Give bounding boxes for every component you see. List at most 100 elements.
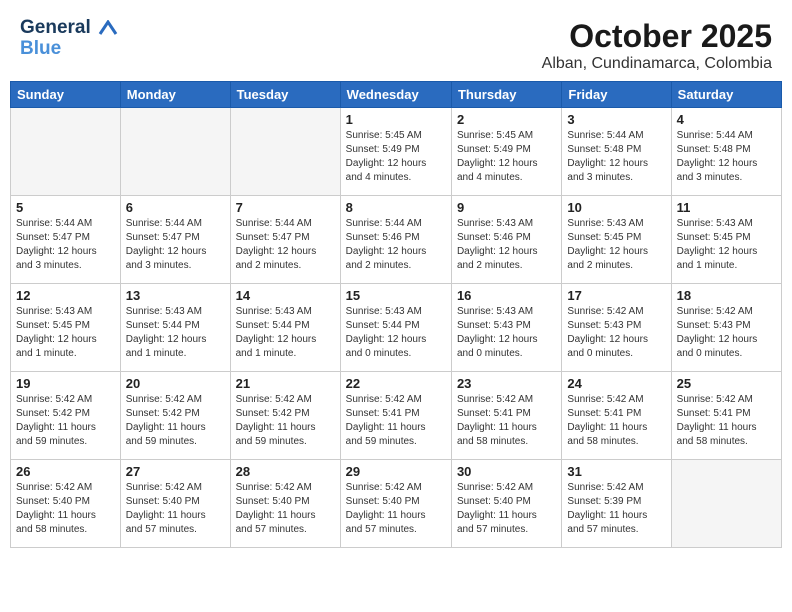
calendar-cell-1-5: 2 Sunrise: 5:45 AM Sunset: 5:49 PM Daylig…: [451, 108, 561, 196]
day-number: 27: [126, 464, 225, 479]
day-info: Sunrise: 5:42 AM Sunset: 5:40 PM Dayligh…: [126, 481, 225, 537]
calendar-cell-1-1: [11, 108, 121, 196]
calendar-cell-5-3: 28 Sunrise: 5:42 AM Sunset: 5:40 PM Dayli…: [230, 460, 340, 548]
day-number: 20: [126, 376, 225, 391]
weekday-header-friday: Friday: [562, 82, 671, 108]
calendar-cell-4-7: 25 Sunrise: 5:42 AM Sunset: 5:41 PM Dayli…: [671, 372, 781, 460]
day-info: Sunrise: 5:42 AM Sunset: 5:39 PM Dayligh…: [567, 481, 665, 537]
day-info: Sunrise: 5:43 AM Sunset: 5:44 PM Dayligh…: [236, 305, 335, 361]
day-info: Sunrise: 5:42 AM Sunset: 5:43 PM Dayligh…: [677, 305, 776, 361]
day-info: Sunrise: 5:42 AM Sunset: 5:40 PM Dayligh…: [16, 481, 115, 537]
day-number: 19: [16, 376, 115, 391]
day-info: Sunrise: 5:43 AM Sunset: 5:44 PM Dayligh…: [346, 305, 446, 361]
day-info: Sunrise: 5:42 AM Sunset: 5:42 PM Dayligh…: [236, 393, 335, 449]
day-info: Sunrise: 5:45 AM Sunset: 5:49 PM Dayligh…: [346, 129, 446, 185]
day-info: Sunrise: 5:42 AM Sunset: 5:42 PM Dayligh…: [126, 393, 225, 449]
weekday-header-row: SundayMondayTuesdayWednesdayThursdayFrid…: [11, 82, 782, 108]
calendar-cell-2-6: 10Sunrise: 5:43 AM Sunset: 5:45 PM Dayli…: [562, 196, 671, 284]
weekday-header-saturday: Saturday: [671, 82, 781, 108]
calendar-cell-1-6: 3 Sunrise: 5:44 AM Sunset: 5:48 PM Daylig…: [562, 108, 671, 196]
day-info: Sunrise: 5:42 AM Sunset: 5:41 PM Dayligh…: [346, 393, 446, 449]
day-info: Sunrise: 5:43 AM Sunset: 5:43 PM Dayligh…: [457, 305, 556, 361]
day-number: 14: [236, 288, 335, 303]
day-info: Sunrise: 5:45 AM Sunset: 5:49 PM Dayligh…: [457, 129, 556, 185]
calendar-table: SundayMondayTuesdayWednesdayThursdayFrid…: [10, 81, 782, 548]
logo-text: General: [20, 17, 91, 38]
day-number: 9: [457, 200, 556, 215]
day-number: 5: [16, 200, 115, 215]
calendar-cell-3-5: 16 Sunrise: 5:43 AM Sunset: 5:43 PM Dayli…: [451, 284, 561, 372]
location-title: Alban, Cundinamarca, Colombia: [542, 55, 772, 73]
day-info: Sunrise: 5:43 AM Sunset: 5:45 PM Dayligh…: [16, 305, 115, 361]
calendar-cell-3-2: 13 Sunrise: 5:43 AM Sunset: 5:44 PM Dayli…: [120, 284, 230, 372]
day-number: 22: [346, 376, 446, 391]
calendar-cell-2-4: 8 Sunrise: 5:44 AM Sunset: 5:46 PM Daylig…: [340, 196, 451, 284]
day-number: 21: [236, 376, 335, 391]
week-row-1: 1 Sunrise: 5:45 AM Sunset: 5:49 PM Daylig…: [11, 108, 782, 196]
day-number: 2: [457, 112, 556, 127]
logo-icon: [98, 20, 118, 36]
calendar-cell-4-1: 19Sunrise: 5:42 AM Sunset: 5:42 PM Dayli…: [11, 372, 121, 460]
weekday-header-monday: Monday: [120, 82, 230, 108]
month-title: October 2025: [542, 18, 772, 55]
calendar-cell-2-5: 9 Sunrise: 5:43 AM Sunset: 5:46 PM Daylig…: [451, 196, 561, 284]
logo-blue: Blue: [20, 39, 118, 60]
calendar-cell-1-2: [120, 108, 230, 196]
day-number: 6: [126, 200, 225, 215]
calendar-cell-1-7: 4 Sunrise: 5:44 AM Sunset: 5:48 PM Daylig…: [671, 108, 781, 196]
weekday-header-tuesday: Tuesday: [230, 82, 340, 108]
calendar-cell-3-1: 12 Sunrise: 5:43 AM Sunset: 5:45 PM Dayli…: [11, 284, 121, 372]
day-info: Sunrise: 5:42 AM Sunset: 5:40 PM Dayligh…: [457, 481, 556, 537]
day-number: 10: [567, 200, 665, 215]
week-row-3: 12 Sunrise: 5:43 AM Sunset: 5:45 PM Dayli…: [11, 284, 782, 372]
day-info: Sunrise: 5:43 AM Sunset: 5:44 PM Dayligh…: [126, 305, 225, 361]
logo: General Blue: [20, 18, 118, 60]
calendar-cell-5-5: 30 Sunrise: 5:42 AM Sunset: 5:40 PM Dayli…: [451, 460, 561, 548]
calendar-cell-4-3: 21 Sunrise: 5:42 AM Sunset: 5:42 PM Dayli…: [230, 372, 340, 460]
calendar-cell-2-3: 7 Sunrise: 5:44 AM Sunset: 5:47 PM Daylig…: [230, 196, 340, 284]
day-info: Sunrise: 5:42 AM Sunset: 5:41 PM Dayligh…: [677, 393, 776, 449]
day-info: Sunrise: 5:44 AM Sunset: 5:47 PM Dayligh…: [126, 217, 225, 273]
day-info: Sunrise: 5:42 AM Sunset: 5:40 PM Dayligh…: [236, 481, 335, 537]
weekday-header-wednesday: Wednesday: [340, 82, 451, 108]
weekday-header-sunday: Sunday: [11, 82, 121, 108]
calendar-cell-5-7: [671, 460, 781, 548]
day-number: 28: [236, 464, 335, 479]
calendar-cell-5-6: 31Sunrise: 5:42 AM Sunset: 5:39 PM Dayli…: [562, 460, 671, 548]
day-info: Sunrise: 5:42 AM Sunset: 5:40 PM Dayligh…: [346, 481, 446, 537]
day-number: 1: [346, 112, 446, 127]
page-header: General Blue October 2025 Alban, Cundina…: [10, 10, 782, 77]
day-info: Sunrise: 5:43 AM Sunset: 5:46 PM Dayligh…: [457, 217, 556, 273]
day-number: 16: [457, 288, 556, 303]
day-number: 25: [677, 376, 776, 391]
day-number: 12: [16, 288, 115, 303]
calendar-cell-5-1: 26Sunrise: 5:42 AM Sunset: 5:40 PM Dayli…: [11, 460, 121, 548]
day-number: 8: [346, 200, 446, 215]
day-info: Sunrise: 5:42 AM Sunset: 5:41 PM Dayligh…: [567, 393, 665, 449]
day-info: Sunrise: 5:44 AM Sunset: 5:46 PM Dayligh…: [346, 217, 446, 273]
week-row-4: 19 Sunrise: 5:42 AM Sunset: 5:42 PM Dayli…: [11, 372, 782, 460]
day-number: 30: [457, 464, 556, 479]
calendar-cell-4-5: 23Sunrise: 5:42 AM Sunset: 5:41 PM Dayli…: [451, 372, 561, 460]
day-number: 15: [346, 288, 446, 303]
day-info: Sunrise: 5:44 AM Sunset: 5:47 PM Dayligh…: [16, 217, 115, 273]
day-number: 3: [567, 112, 665, 127]
title-block: October 2025 Alban, Cundinamarca, Colomb…: [542, 18, 772, 73]
day-number: 24: [567, 376, 665, 391]
calendar-cell-1-3: [230, 108, 340, 196]
day-info: Sunrise: 5:43 AM Sunset: 5:45 PM Dayligh…: [677, 217, 776, 273]
day-info: Sunrise: 5:42 AM Sunset: 5:41 PM Dayligh…: [457, 393, 556, 449]
calendar-cell-4-4: 22 Sunrise: 5:42 AM Sunset: 5:41 PM Dayli…: [340, 372, 451, 460]
day-number: 4: [677, 112, 776, 127]
day-number: 29: [346, 464, 446, 479]
day-number: 7: [236, 200, 335, 215]
calendar-cell-3-4: 15 Sunrise: 5:43 AM Sunset: 5:44 PM Dayli…: [340, 284, 451, 372]
day-info: Sunrise: 5:44 AM Sunset: 5:47 PM Dayligh…: [236, 217, 335, 273]
day-info: Sunrise: 5:44 AM Sunset: 5:48 PM Dayligh…: [677, 129, 776, 185]
day-info: Sunrise: 5:42 AM Sunset: 5:43 PM Dayligh…: [567, 305, 665, 361]
day-info: Sunrise: 5:44 AM Sunset: 5:48 PM Dayligh…: [567, 129, 665, 185]
day-number: 17: [567, 288, 665, 303]
day-number: 13: [126, 288, 225, 303]
calendar-cell-5-2: 27 Sunrise: 5:42 AM Sunset: 5:40 PM Dayli…: [120, 460, 230, 548]
day-number: 11: [677, 200, 776, 215]
